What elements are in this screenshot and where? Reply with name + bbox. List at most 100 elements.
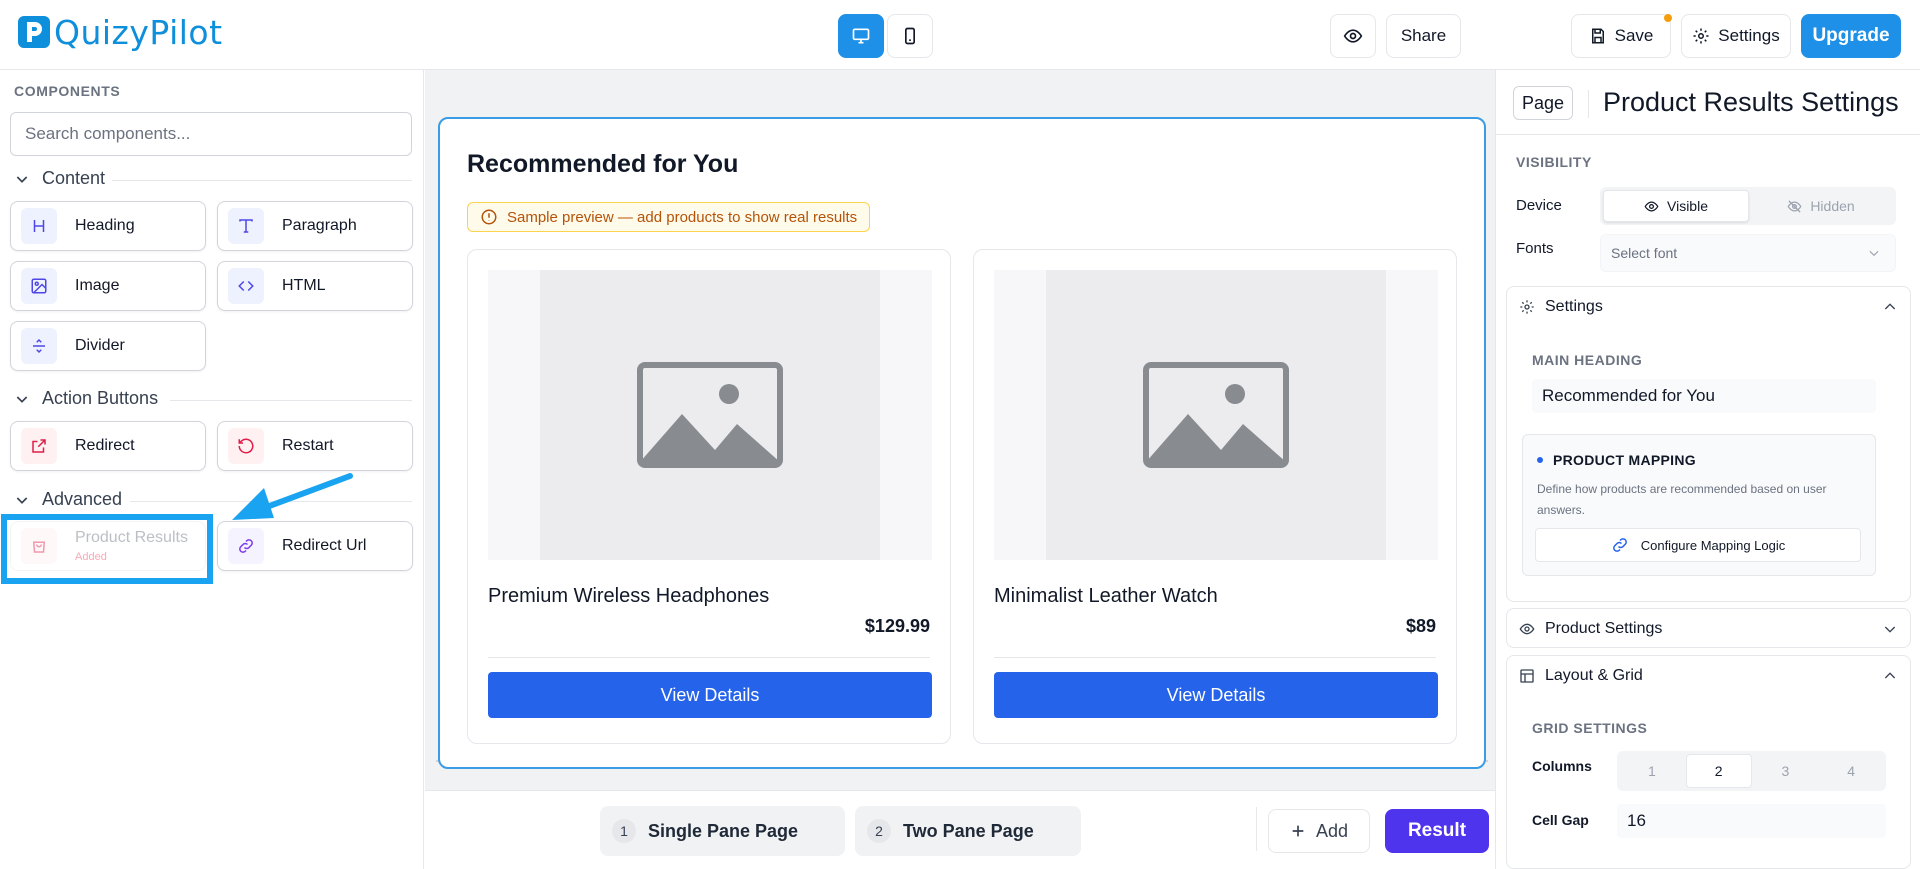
section-label: Layout & Grid [1545,667,1643,684]
chevron-down-icon [16,496,28,504]
logo[interactable]: QuizyPilot [18,13,223,52]
column-option[interactable]: 4 [1819,754,1883,788]
phone-icon [905,27,915,45]
eye-off-icon [1787,199,1802,213]
eye-icon [1343,29,1363,43]
settings-label: Settings [1718,26,1780,45]
component-restart[interactable]: Restart [217,421,413,471]
share-label: Share [1400,26,1447,45]
divider [1588,90,1589,118]
mobile-view-button[interactable] [887,14,933,58]
visible-label: Visible [1667,198,1708,214]
link-icon [1612,538,1627,552]
component-html[interactable]: HTML [217,261,413,311]
image-icon [21,268,57,304]
text-icon [228,208,264,244]
visible-option[interactable]: Visible [1603,190,1749,222]
external-link-icon [21,428,57,464]
group-action-buttons-toggle[interactable]: Action Buttons [14,388,158,409]
component-paragraph[interactable]: Paragraph [217,201,413,251]
component-label: HTML [282,277,326,294]
column-option[interactable]: 3 [1754,754,1818,788]
save-label: Save [1614,26,1654,45]
bullet-dot [1537,457,1543,463]
divider [170,400,412,401]
save-button[interactable]: Save [1571,14,1671,58]
results-heading: Recommended for You [467,150,739,178]
desktop-view-button[interactable] [838,14,884,58]
notice-text: Sample preview — add products to show re… [507,208,858,226]
product-name: Premium Wireless Headphones [488,585,770,607]
product-settings-toggle[interactable]: Product Settings [1519,609,1662,649]
component-divider[interactable]: Divider [10,321,206,371]
cell-gap-label: Cell Gap [1532,812,1589,828]
view-details-button[interactable]: View Details [488,672,932,718]
component-redirect-url[interactable]: Redirect Url [217,521,413,571]
component-label: Divider [75,337,125,354]
image-placeholder-icon [1143,362,1289,468]
save-icon [1591,28,1604,44]
column-option[interactable]: 1 [1620,754,1684,788]
component-heading[interactable]: Heading [10,201,206,251]
product-card[interactable]: Minimalist Leather Watch $89 View Detail… [973,249,1457,744]
mapping-title: PRODUCT MAPPING [1537,452,1696,468]
product-card[interactable]: Premium Wireless Headphones $129.99 View… [467,249,951,744]
component-image[interactable]: Image [10,261,206,311]
component-label: Heading [75,217,135,234]
device-visibility-toggle: Visible Hidden [1600,187,1896,225]
upgrade-button[interactable]: Upgrade [1801,14,1901,58]
preview-button[interactable] [1330,14,1376,58]
image-placeholder-icon [637,362,783,468]
highlight-box [1,514,213,584]
eye-icon [1644,200,1659,212]
eye-icon [1519,623,1535,635]
restart-icon [228,428,264,464]
components-sidebar: COMPONENTS Content Heading Paragraph Ima… [0,70,424,869]
settings-panel: Page Product Results Settings VISIBILITY… [1495,70,1920,869]
product-image [488,270,932,560]
group-advanced-toggle[interactable]: Advanced [14,489,122,510]
product-settings-section[interactable]: Product Settings [1506,608,1911,648]
page-tab-two-pane[interactable]: 2 Two Pane Page [855,806,1081,856]
chevron-down-icon [16,395,28,403]
configure-mapping-button[interactable]: Configure Mapping Logic [1535,528,1861,562]
product-results-block[interactable]: Recommended for You Sample preview — add… [438,117,1486,769]
chevron-up-icon[interactable] [1882,668,1898,684]
chevron-up-icon[interactable] [1882,299,1898,315]
view-details-button[interactable]: View Details [994,672,1438,718]
result-page-button[interactable]: Result [1385,809,1489,853]
add-page-button[interactable]: Add [1268,809,1370,853]
product-mapping-card: PRODUCT MAPPING Define how products are … [1522,434,1876,576]
main-heading-input[interactable]: Recommended for You [1532,379,1876,413]
font-select[interactable]: Select font [1600,234,1896,272]
chevron-down-icon [16,175,28,183]
settings-button[interactable]: Settings [1681,14,1791,58]
group-content-toggle[interactable]: Content [14,168,105,189]
pages-bar: 1 Single Pane Page 2 Two Pane Page Add R… [425,790,1495,869]
layout-grid-toggle[interactable]: Layout & Grid [1519,656,1643,696]
sample-preview-notice: Sample preview — add products to show re… [467,202,871,232]
group-label: Advanced [42,489,123,509]
page-tab-single-pane[interactable]: 1 Single Pane Page [600,806,845,856]
plus-icon [1292,825,1304,837]
share-button[interactable]: Share [1386,14,1461,58]
product-price: $129.99 [864,616,930,636]
alert-circle-icon [481,209,497,225]
group-label: Content [42,168,106,188]
code-icon [228,268,264,304]
font-select-value: Select font [1611,245,1678,261]
divider-icon [21,328,57,364]
divider [112,180,412,181]
column-option[interactable]: 2 [1685,754,1752,788]
page-tab-button[interactable]: Page [1513,86,1573,120]
page-label: Two Pane Page [903,820,1034,841]
component-redirect[interactable]: Redirect [10,421,206,471]
settings-section-toggle[interactable]: Settings [1519,287,1603,327]
gear-icon [1520,300,1534,314]
upgrade-label: Upgrade [1812,25,1890,46]
cell-gap-input[interactable]: 16 [1617,804,1886,838]
product-price: $89 [1405,616,1436,636]
section-label: Product Settings [1545,620,1663,637]
hidden-option[interactable]: Hidden [1749,190,1893,222]
search-components-input[interactable] [10,112,412,156]
